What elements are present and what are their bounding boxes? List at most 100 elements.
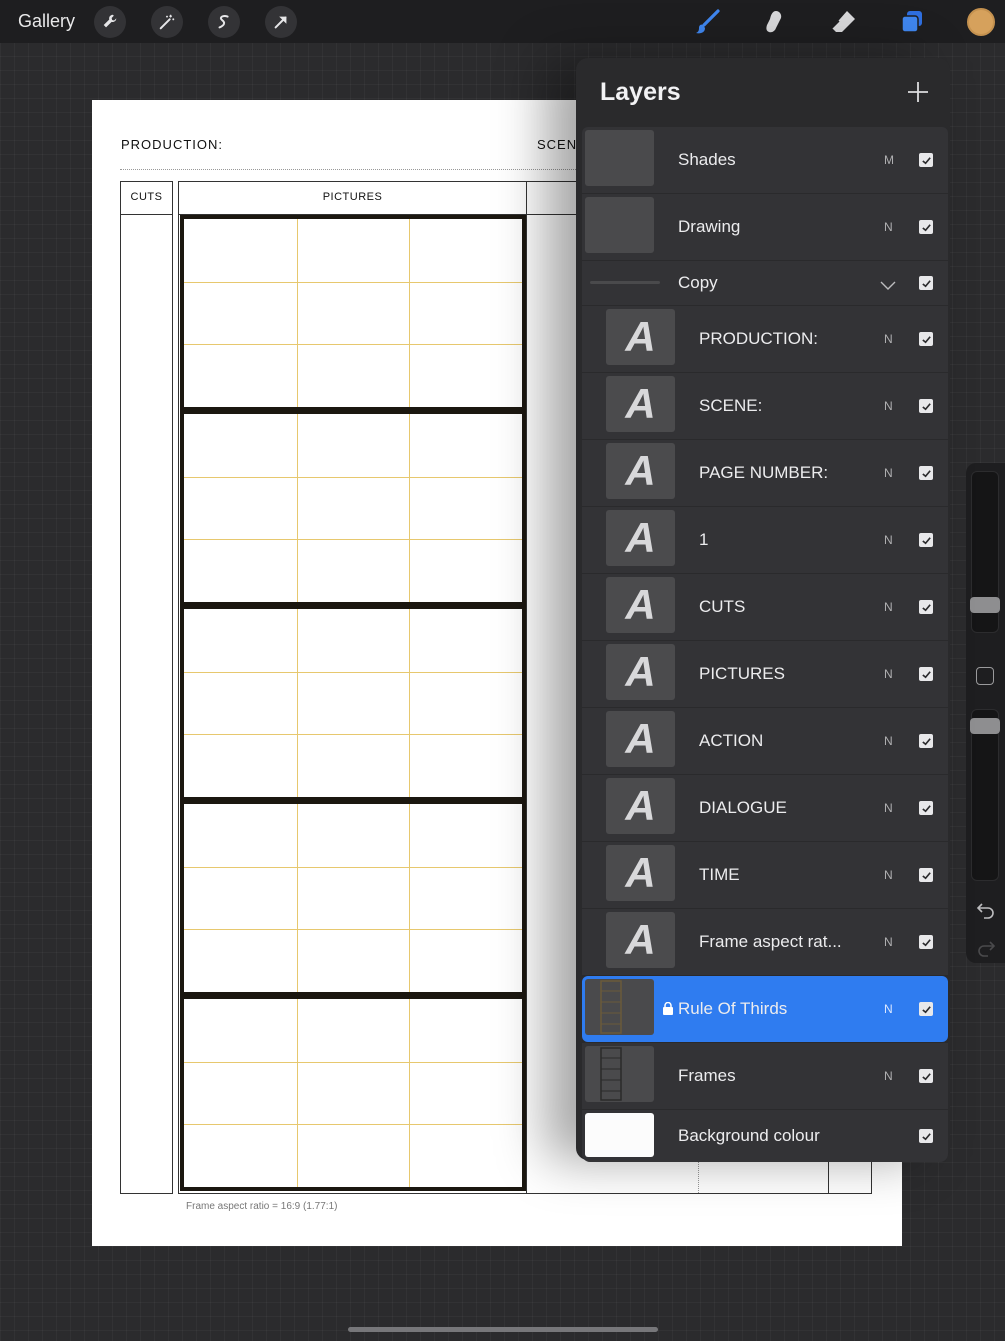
transform-arrow-icon[interactable] xyxy=(265,6,297,38)
visibility-checkbox[interactable] xyxy=(919,220,933,234)
blend-mode-button[interactable]: N xyxy=(884,667,893,681)
layer-row-1[interactable]: A 1 N xyxy=(582,507,948,573)
blend-mode-button[interactable]: N xyxy=(884,220,893,234)
undo-icon[interactable] xyxy=(976,899,996,919)
brush-size-knob[interactable] xyxy=(970,597,1000,613)
thirds-gridline xyxy=(184,734,522,736)
layer-row-rule-of-thirds[interactable]: Rule Of Thirds N xyxy=(582,976,948,1042)
text-layer-icon: A xyxy=(606,577,675,633)
layer-row-scene[interactable]: A SCENE: N xyxy=(582,373,948,439)
layer-row-background-colour[interactable]: Background colour xyxy=(582,1110,948,1162)
layers-title: Layers xyxy=(600,78,681,106)
thirds-gridline xyxy=(184,929,522,931)
layer-row-drawing[interactable]: Drawing N xyxy=(582,194,948,260)
visibility-checkbox[interactable] xyxy=(919,667,933,681)
text-layer-icon: A xyxy=(606,912,675,968)
layer-name: DIALOGUE xyxy=(699,798,787,817)
layer-name: PICTURES xyxy=(699,664,785,683)
visibility-checkbox[interactable] xyxy=(919,1129,933,1143)
blend-mode-button[interactable]: M xyxy=(884,153,894,167)
opacity-slider[interactable] xyxy=(970,709,1000,881)
visibility-checkbox[interactable] xyxy=(919,600,933,614)
layer-row-pictures[interactable]: A PICTURES N xyxy=(582,641,948,707)
smudge-icon[interactable] xyxy=(758,6,792,38)
thirds-gridline xyxy=(296,219,298,407)
blend-mode-button[interactable]: N xyxy=(884,399,893,413)
storyboard-frame xyxy=(180,605,526,801)
visibility-checkbox[interactable] xyxy=(919,332,933,346)
storyboard-frame xyxy=(180,410,526,606)
visibility-checkbox[interactable] xyxy=(919,466,933,480)
layer-name: PRODUCTION: xyxy=(699,329,818,348)
color-picker-button[interactable] xyxy=(967,8,995,36)
layer-name: Frames xyxy=(678,1066,736,1085)
thirds-gridline xyxy=(409,219,411,407)
blend-mode-button[interactable]: N xyxy=(884,1002,893,1016)
layer-row-cuts[interactable]: A CUTS N xyxy=(582,574,948,640)
visibility-checkbox[interactable] xyxy=(919,734,933,748)
thirds-gridline xyxy=(409,804,411,992)
blend-mode-button[interactable]: N xyxy=(884,533,893,547)
eraser-icon[interactable] xyxy=(826,6,860,38)
thirds-gridline xyxy=(184,671,522,673)
visibility-checkbox[interactable] xyxy=(919,533,933,547)
blend-mode-button[interactable]: N xyxy=(884,734,893,748)
redo-icon[interactable] xyxy=(976,937,996,957)
layer-name: Frame aspect rat... xyxy=(699,932,842,951)
layer-row-frames[interactable]: Frames N xyxy=(582,1043,948,1109)
visibility-checkbox[interactable] xyxy=(919,153,933,167)
wrench-icon[interactable] xyxy=(94,6,126,38)
text-layer-icon: A xyxy=(606,778,675,834)
layer-row-frame-aspect-rat[interactable]: A Frame aspect rat... N xyxy=(582,909,948,975)
pictures-header: PICTURES xyxy=(322,191,383,203)
blend-mode-button[interactable]: N xyxy=(884,801,893,815)
text-layer-icon: A xyxy=(606,376,675,432)
layer-row-time[interactable]: A TIME N xyxy=(582,842,948,908)
layer-row-action[interactable]: A ACTION N xyxy=(582,708,948,774)
visibility-checkbox[interactable] xyxy=(919,1002,933,1016)
layer-name: Background colour xyxy=(678,1126,820,1145)
layer-thumbnail xyxy=(585,197,654,253)
layer-thumbnail xyxy=(585,979,654,1035)
opacity-knob[interactable] xyxy=(970,718,1000,734)
visibility-checkbox[interactable] xyxy=(919,801,933,815)
storyboard-frame xyxy=(180,995,526,1191)
blend-mode-button[interactable]: N xyxy=(884,466,893,480)
magic-wand-icon[interactable] xyxy=(151,6,183,38)
thirds-gridline xyxy=(296,414,298,602)
group-indicator xyxy=(590,281,660,284)
layer-row-copy[interactable]: Copy xyxy=(582,261,948,305)
thirds-gridline xyxy=(409,999,411,1187)
blend-mode-button[interactable]: N xyxy=(884,868,893,882)
gallery-button[interactable]: Gallery xyxy=(18,11,75,32)
layer-row-page-number[interactable]: A PAGE NUMBER: N xyxy=(582,440,948,506)
blend-mode-button[interactable]: N xyxy=(884,1069,893,1083)
brush-icon[interactable] xyxy=(690,6,724,38)
visibility-checkbox[interactable] xyxy=(919,276,933,290)
blend-mode-button[interactable]: N xyxy=(884,935,893,949)
layer-row-dialogue[interactable]: A DIALOGUE N xyxy=(582,775,948,841)
thirds-gridline xyxy=(184,539,522,541)
thirds-gridline xyxy=(184,1124,522,1126)
chevron-down-icon[interactable] xyxy=(880,278,896,290)
layer-row-production[interactable]: A PRODUCTION: N xyxy=(582,306,948,372)
brush-size-slider[interactable] xyxy=(970,471,1000,633)
layer-name: Shades xyxy=(678,150,736,169)
visibility-checkbox[interactable] xyxy=(919,868,933,882)
selection-icon[interactable] xyxy=(208,6,240,38)
plus-icon[interactable] xyxy=(906,80,930,104)
thirds-gridline xyxy=(409,609,411,797)
text-layer-icon: A xyxy=(606,845,675,901)
blend-mode-button[interactable]: N xyxy=(884,332,893,346)
layers-icon[interactable] xyxy=(895,6,929,38)
cuts-header: CUTS xyxy=(130,191,163,203)
modify-button[interactable] xyxy=(976,667,994,685)
visibility-checkbox[interactable] xyxy=(919,935,933,949)
layer-name: TIME xyxy=(699,865,740,884)
layer-name: 1 xyxy=(699,530,709,549)
visibility-checkbox[interactable] xyxy=(919,1069,933,1083)
lock-icon xyxy=(663,1001,673,1015)
blend-mode-button[interactable]: N xyxy=(884,600,893,614)
layer-row-shades[interactable]: Shades M xyxy=(582,127,948,193)
visibility-checkbox[interactable] xyxy=(919,399,933,413)
